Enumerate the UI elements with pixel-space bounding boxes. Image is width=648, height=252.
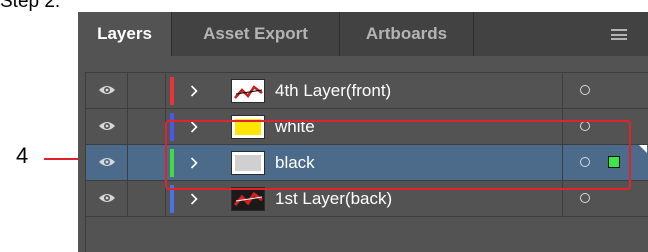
target-circle-icon[interactable]	[580, 193, 590, 203]
tab-artboards[interactable]: Artboards	[340, 12, 474, 56]
layer-name[interactable]: 1st Layer(back)	[275, 181, 392, 216]
current-layer-corner-icon	[639, 145, 647, 153]
hamburger-menu-icon[interactable]	[611, 29, 627, 40]
target-circle-icon[interactable]	[580, 121, 590, 131]
visibility-toggle[interactable]	[86, 73, 128, 108]
target-cell[interactable]	[562, 145, 604, 180]
target-cell[interactable]	[562, 109, 604, 144]
layer-thumbnail	[231, 115, 265, 139]
chevron-right-icon[interactable]	[190, 157, 198, 169]
lock-toggle[interactable]	[128, 109, 166, 144]
eye-icon	[99, 158, 115, 166]
chevron-right-icon[interactable]	[190, 121, 198, 133]
visibility-toggle[interactable]	[86, 181, 128, 216]
layer-row-1st-layer-back[interactable]: 1st Layer(back)	[86, 181, 648, 217]
visibility-toggle[interactable]	[86, 109, 128, 144]
layer-name[interactable]: 4th Layer(front)	[275, 73, 391, 108]
layer-color-bar	[170, 77, 174, 105]
eye-icon	[99, 194, 115, 202]
tab-asset-export[interactable]: Asset Export	[172, 12, 340, 56]
tab-layers[interactable]: Layers	[78, 12, 172, 56]
chevron-right-icon[interactable]	[190, 193, 198, 205]
selection-indicator-square[interactable]	[608, 156, 620, 168]
layer-color-bar	[170, 113, 174, 141]
lock-toggle[interactable]	[128, 181, 166, 216]
eye-icon	[99, 86, 115, 94]
callout-number: 4	[16, 143, 29, 168]
layer-name[interactable]: white	[275, 109, 315, 144]
layer-row-white[interactable]: white	[86, 109, 648, 145]
step-caption: Step 2:	[0, 0, 61, 12]
layers-panel: Layers Asset Export Artboards 4th Layer(…	[78, 12, 648, 252]
layer-name[interactable]: black	[275, 145, 315, 180]
layer-thumbnail	[231, 79, 265, 103]
layer-color-bar	[170, 149, 174, 177]
target-circle-icon[interactable]	[580, 157, 590, 167]
layer-color-bar	[170, 185, 174, 213]
target-cell[interactable]	[562, 181, 604, 216]
lock-toggle[interactable]	[128, 73, 166, 108]
layer-row-black[interactable]: black	[86, 145, 648, 181]
panel-tab-bar: Layers Asset Export Artboards	[78, 12, 648, 56]
layer-thumbnail	[231, 151, 265, 175]
visibility-toggle[interactable]	[86, 145, 128, 180]
target-circle-icon[interactable]	[580, 85, 590, 95]
layer-thumbnail	[231, 187, 265, 211]
layer-row-4th-layer-front[interactable]: 4th Layer(front)	[86, 73, 648, 109]
target-cell[interactable]	[562, 73, 604, 108]
eye-icon	[99, 122, 115, 130]
lock-toggle[interactable]	[128, 145, 166, 180]
chevron-right-icon[interactable]	[190, 85, 198, 97]
